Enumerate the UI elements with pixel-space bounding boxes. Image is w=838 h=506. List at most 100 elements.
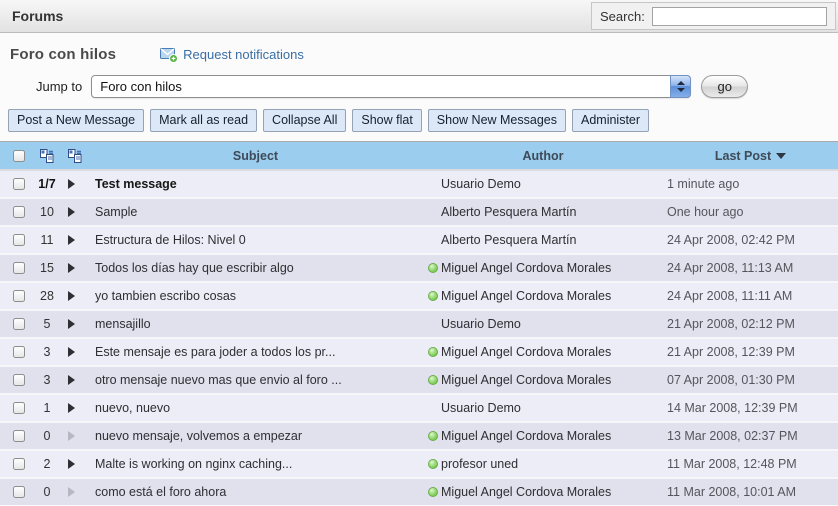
last-post: 21 Apr 2008, 02:12 PM	[663, 317, 838, 331]
author-name[interactable]: Miguel Angel Cordova Morales	[441, 345, 611, 359]
expand-triangle-icon[interactable]	[68, 487, 75, 497]
reply-count: 15	[32, 261, 62, 275]
last-post: 24 Apr 2008, 11:11 AM	[663, 289, 838, 303]
row-checkbox[interactable]	[13, 262, 25, 274]
expand-triangle-icon[interactable]	[68, 291, 75, 301]
author-cell: Usuario Demo	[423, 177, 663, 191]
table-row: 1/7 Test message Usuario Demo 1 minute a…	[0, 169, 838, 197]
row-checkbox[interactable]	[13, 178, 25, 190]
row-checkbox[interactable]	[13, 402, 25, 414]
reply-count: 28	[32, 289, 62, 303]
reply-count: 3	[32, 345, 62, 359]
messages-count-icon[interactable]	[32, 149, 62, 163]
last-post: 11 Mar 2008, 10:01 AM	[663, 485, 838, 499]
new-messages-icon[interactable]	[62, 149, 88, 163]
author-cell: Miguel Angel Cordova Morales	[423, 373, 663, 387]
last-post: 24 Apr 2008, 02:42 PM	[663, 233, 838, 247]
go-button[interactable]: go	[701, 75, 748, 98]
collapse-all-button[interactable]: Collapse All	[263, 109, 346, 132]
subject-link[interactable]: Test message	[88, 177, 423, 191]
request-notifications-link[interactable]: Request notifications	[160, 47, 304, 62]
expand-triangle-icon[interactable]	[68, 263, 75, 273]
post-new-message-button[interactable]: Post a New Message	[8, 109, 144, 132]
subject-link[interactable]: Estructura de Hilos: Nivel 0	[88, 233, 423, 247]
online-indicator	[428, 347, 438, 357]
row-checkbox[interactable]	[13, 234, 25, 246]
author-name[interactable]: profesor uned	[441, 457, 518, 471]
subject-link[interactable]: yo tambien escribo cosas	[88, 289, 423, 303]
subject-link[interactable]: Todos los días hay que escribir algo	[88, 261, 423, 275]
last-post: One hour ago	[663, 205, 838, 219]
select-all-checkbox[interactable]	[13, 150, 25, 162]
online-indicator	[428, 431, 438, 441]
reply-count: 11	[32, 233, 62, 247]
topbar: Forums Search:	[0, 0, 838, 33]
expand-triangle-icon[interactable]	[68, 431, 75, 441]
author-name[interactable]: Alberto Pesquera Martín	[441, 205, 577, 219]
row-checkbox[interactable]	[13, 346, 25, 358]
subject-link[interactable]: Sample	[88, 205, 423, 219]
author-name[interactable]: Miguel Angel Cordova Morales	[441, 373, 611, 387]
row-checkbox[interactable]	[13, 290, 25, 302]
reply-count: 10	[32, 205, 62, 219]
thread-table-body: 1/7 Test message Usuario Demo 1 minute a…	[0, 169, 838, 505]
reply-count: 0	[32, 429, 62, 443]
author-name[interactable]: Miguel Angel Cordova Morales	[441, 289, 611, 303]
row-checkbox[interactable]	[13, 374, 25, 386]
sort-desc-icon	[776, 153, 786, 159]
author-name[interactable]: Usuario Demo	[441, 401, 521, 415]
table-row: 1 nuevo, nuevo Usuario Demo 14 Mar 2008,…	[0, 393, 838, 421]
administer-button[interactable]: Administer	[572, 109, 649, 132]
last-post: 24 Apr 2008, 11:13 AM	[663, 261, 838, 275]
author-cell: Miguel Angel Cordova Morales	[423, 345, 663, 359]
expand-triangle-icon[interactable]	[68, 235, 75, 245]
expand-triangle-icon[interactable]	[68, 403, 75, 413]
subject-link[interactable]: mensajillo	[88, 317, 423, 331]
page-title: Foro con hilos	[10, 46, 116, 63]
reply-count: 0	[32, 485, 62, 499]
subject-link[interactable]: Este mensaje es para joder a todos los p…	[88, 345, 423, 359]
show-flat-button[interactable]: Show flat	[352, 109, 421, 132]
author-cell: Alberto Pesquera Martín	[423, 205, 663, 219]
row-checkbox[interactable]	[13, 206, 25, 218]
author-column-header[interactable]: Author	[423, 149, 663, 163]
jump-to-select[interactable]: Foro con hilos	[91, 75, 691, 98]
author-name[interactable]: Miguel Angel Cordova Morales	[441, 261, 611, 275]
row-checkbox[interactable]	[13, 486, 25, 498]
expand-triangle-icon[interactable]	[68, 207, 75, 217]
last-post: 11 Mar 2008, 12:48 PM	[663, 457, 838, 471]
last-post-column-header[interactable]: Last Post	[663, 149, 838, 163]
expand-triangle-icon[interactable]	[68, 179, 75, 189]
expand-triangle-icon[interactable]	[68, 375, 75, 385]
author-name[interactable]: Alberto Pesquera Martín	[441, 233, 577, 247]
search-input[interactable]	[652, 7, 827, 26]
expand-triangle-icon[interactable]	[68, 347, 75, 357]
author-name[interactable]: Miguel Angel Cordova Morales	[441, 485, 611, 499]
show-new-messages-button[interactable]: Show New Messages	[428, 109, 566, 132]
reply-count: 5	[32, 317, 62, 331]
expand-triangle-icon[interactable]	[68, 459, 75, 469]
subject-link[interactable]: nuevo, nuevo	[88, 401, 423, 415]
author-cell: Miguel Angel Cordova Morales	[423, 485, 663, 499]
search-label: Search:	[600, 9, 645, 24]
online-indicator	[428, 487, 438, 497]
mark-all-read-button[interactable]: Mark all as read	[150, 109, 257, 132]
subject-link[interactable]: otro mensaje nuevo mas que envio al foro…	[88, 373, 423, 387]
row-checkbox[interactable]	[13, 430, 25, 442]
author-name[interactable]: Miguel Angel Cordova Morales	[441, 429, 611, 443]
subject-link[interactable]: nuevo mensaje, volvemos a empezar	[88, 429, 423, 443]
row-checkbox[interactable]	[13, 458, 25, 470]
subject-link[interactable]: como está el foro ahora	[88, 485, 423, 499]
author-cell: profesor uned	[423, 457, 663, 471]
last-post: 07 Apr 2008, 01:30 PM	[663, 373, 838, 387]
author-name[interactable]: Usuario Demo	[441, 317, 521, 331]
online-indicator	[428, 459, 438, 469]
row-checkbox[interactable]	[13, 318, 25, 330]
subject-link[interactable]: Malte is working on nginx caching...	[88, 457, 423, 471]
select-stepper-icon	[670, 75, 691, 98]
subject-column-header[interactable]: Subject	[88, 149, 423, 163]
expand-triangle-icon[interactable]	[68, 319, 75, 329]
author-name[interactable]: Usuario Demo	[441, 177, 521, 191]
reply-count: 1	[32, 401, 62, 415]
online-indicator	[428, 263, 438, 273]
